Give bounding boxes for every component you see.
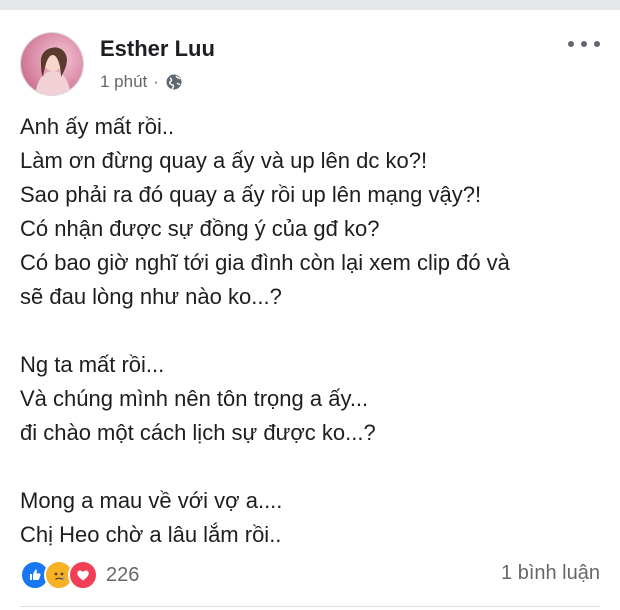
- post-line: Có bao giờ nghĩ tới gia đình còn lại xem…: [20, 250, 510, 275]
- post-line: Và chúng mình nên tôn trọng a ấy...: [20, 386, 369, 411]
- meta-separator: ·: [153, 72, 159, 91]
- divider: [20, 606, 600, 607]
- post-card: Esther Luu 1 phút · Anh ấy mất rồi.. Làm…: [0, 10, 620, 610]
- reaction-count[interactable]: 226: [106, 564, 139, 587]
- top-strip: [0, 0, 620, 10]
- post-line: [20, 450, 610, 484]
- author-name[interactable]: Esther Luu: [100, 36, 215, 62]
- avatar[interactable]: [20, 32, 84, 96]
- post-line: Ng ta mất rồi...: [20, 352, 165, 377]
- post-line: [20, 314, 610, 348]
- post-time[interactable]: 1 phút: [100, 72, 147, 92]
- post-line: đi chào một cách lịch sự được ko...?: [20, 420, 376, 445]
- post-line: Sao phải ra đó quay a ấy rồi up lên mạng…: [20, 182, 482, 207]
- more-dot-icon: [594, 41, 600, 47]
- more-dot-icon: [568, 41, 574, 47]
- post-line: Anh ấy mất rồi..: [20, 114, 175, 139]
- post-line: Chị Heo chờ a lâu lắm rồi..: [20, 522, 282, 547]
- avatar-image: [21, 33, 83, 95]
- post-line: Làm ơn đừng quay a ấy và up lên dc ko?!: [20, 148, 428, 173]
- globe-icon[interactable]: [165, 73, 183, 91]
- post-line: Mong a mau về với vợ a....: [20, 488, 283, 513]
- post-body: Anh ấy mất rồi.. Làm ơn đừng quay a ấy v…: [20, 110, 610, 552]
- post-meta: 1 phút ·: [100, 72, 183, 92]
- more-dot-icon: [581, 41, 587, 47]
- post-line: Có nhận được sự đồng ý của gđ ko?: [20, 216, 380, 241]
- love-icon: [68, 560, 98, 590]
- reactions-bar[interactable]: 226: [20, 560, 139, 590]
- comments-count[interactable]: 1 bình luận: [501, 562, 600, 585]
- more-options-button[interactable]: [568, 34, 600, 54]
- post-line: sẽ đau lòng như nào ko...?: [20, 284, 282, 309]
